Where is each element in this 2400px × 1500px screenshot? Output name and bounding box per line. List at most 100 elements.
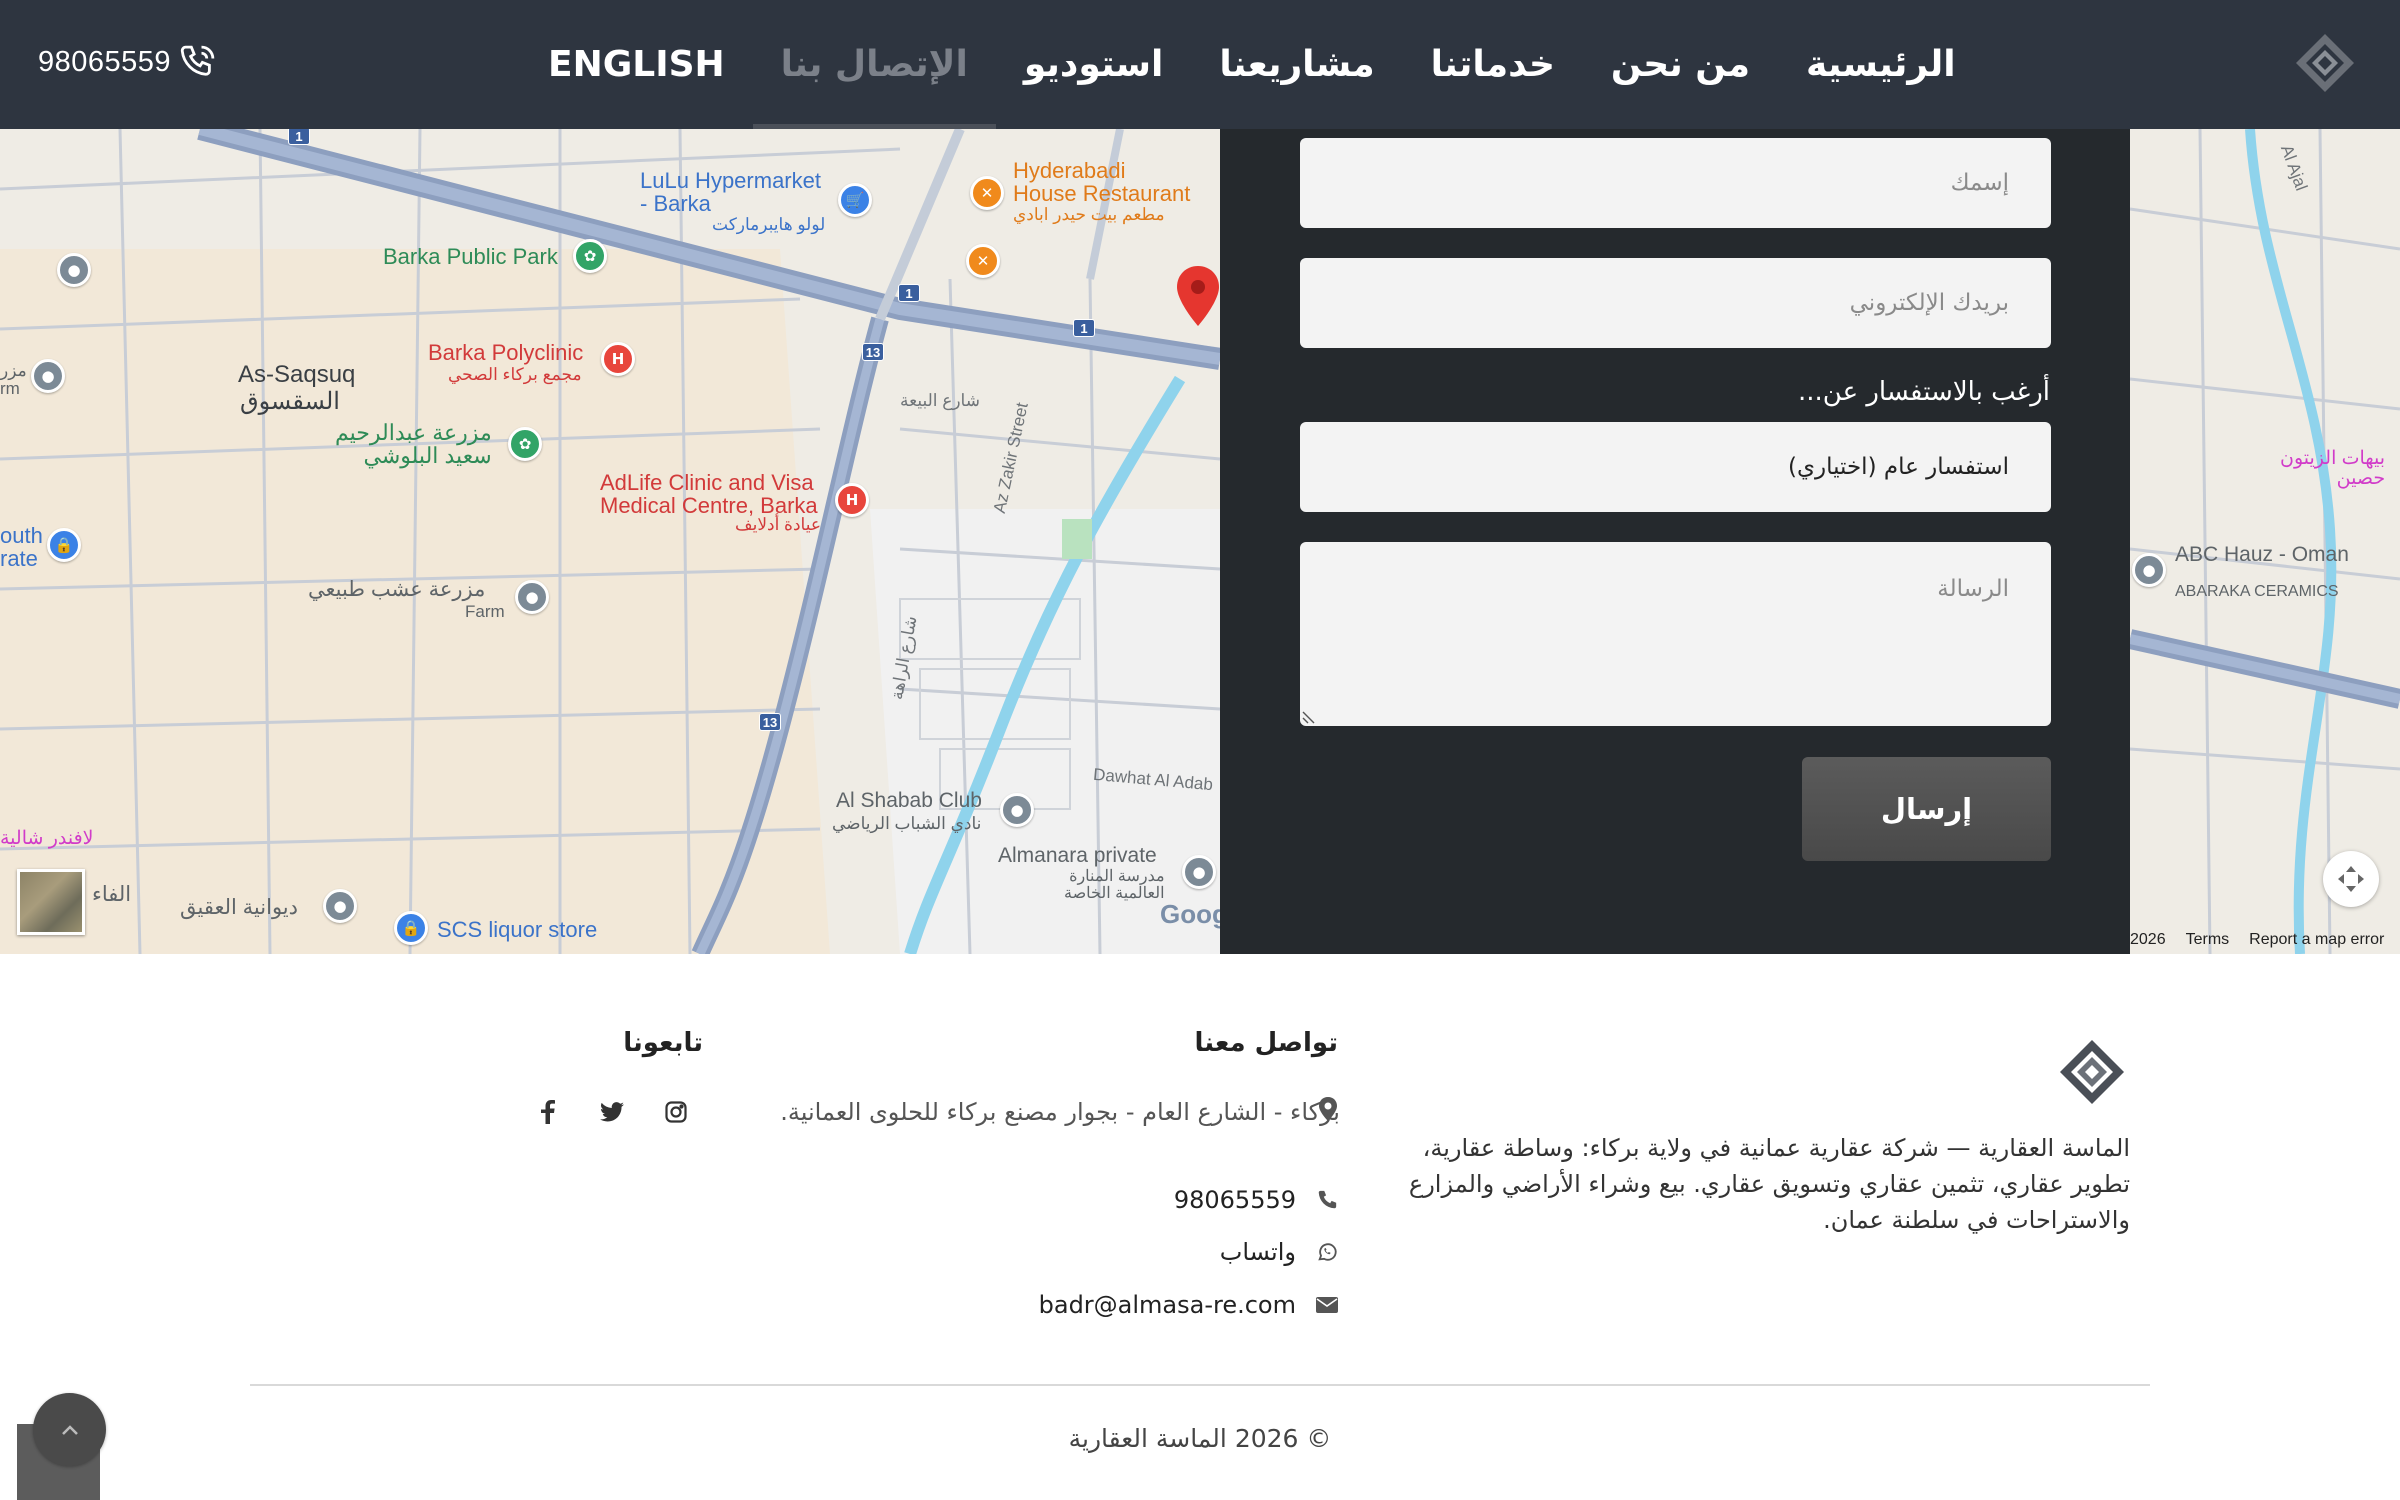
map-label-shabab-club: Al Shabab Club: [836, 789, 982, 812]
twitter-icon[interactable]: [600, 1100, 624, 1124]
footer-divider: [250, 1384, 2150, 1386]
map-label-polyclinic: Barka Polyclinic: [428, 340, 584, 365]
map-label-almanara-ar: مدرسة المنارة العالمية الخاصة: [1064, 868, 1165, 902]
map-label-as-saqsuq: As-Saqsuq: [238, 361, 356, 388]
phone-row[interactable]: 98065559: [1174, 1186, 1338, 1214]
facebook-icon[interactable]: [536, 1100, 560, 1124]
whatsapp-row[interactable]: واتساب: [1220, 1238, 1338, 1266]
name-field[interactable]: إسمك: [1300, 138, 2051, 228]
inquiry-label: أرغب بالاستفسار عن...: [1798, 377, 2050, 407]
nav-item-projects[interactable]: مشاريعنا: [1191, 0, 1402, 129]
instagram-icon[interactable]: [664, 1100, 688, 1124]
place-pin-icon[interactable]: ●: [323, 889, 357, 923]
map-terms-link[interactable]: Terms: [2186, 931, 2230, 949]
place-pin-icon[interactable]: ●: [57, 253, 91, 287]
restaurant-pin-icon[interactable]: ✕: [970, 176, 1004, 210]
nav-item-contact[interactable]: الإتصال بنا: [752, 0, 996, 129]
email-placeholder: بريدك الإلكتروني: [1849, 290, 2009, 316]
follow-heading: تابعونا: [623, 1028, 703, 1058]
nav-item-home[interactable]: الرئيسية: [1778, 0, 1984, 129]
submit-button[interactable]: إرسال: [1802, 757, 2051, 861]
map-label-pink-left: لافندر شالية: [0, 828, 94, 849]
top-navbar: 98065559 ENGLISH الإتصال بنا استوديو مشا…: [0, 0, 2400, 129]
nav-item-studio[interactable]: استوديو: [996, 0, 1192, 129]
place-pin-icon[interactable]: ●: [1000, 793, 1034, 827]
route-shield-13: 13: [759, 713, 781, 731]
inquiry-selected-value: استفسار عام (اختياري): [1787, 454, 2009, 480]
contact-heading: تواصل معنا: [1194, 1028, 1338, 1058]
map-fullscreen-button[interactable]: [2323, 851, 2379, 907]
route-shield-1: 1: [288, 129, 310, 145]
nav-menu: ENGLISH الإتصال بنا استوديو مشاريعنا خدم…: [520, 0, 1984, 129]
fullscreen-icon: [2338, 866, 2364, 892]
map-layer-toggle[interactable]: [17, 869, 85, 935]
map-label-herb-farm: Farm: [465, 602, 505, 621]
nav-item-about[interactable]: من نحن: [1583, 0, 1778, 129]
map-label-diwan-al-aqiq: ديوانية العقيق: [180, 896, 298, 919]
map-label-lulu: LuLu Hypermarket - Barka: [640, 169, 821, 215]
name-placeholder: إسمك: [1950, 170, 2009, 196]
lock-pin-icon[interactable]: 🔒: [47, 528, 81, 562]
place-pin-icon[interactable]: ●: [2132, 553, 2166, 587]
map-label-south-rate: outh rate: [0, 523, 43, 572]
map-label-al-faa: الفاء: [92, 883, 132, 906]
nav-phone-number: 98065559: [38, 45, 172, 78]
map-label-barka-park: Barka Public Park: [383, 244, 558, 269]
email-row[interactable]: badr@almasa-re.com: [1039, 1291, 1338, 1319]
footer-phone-number: 98065559: [1173, 1186, 1296, 1214]
map-label-hyderabadi: Hyderabadi House Restaurant: [1013, 158, 1191, 207]
nav-phone-link[interactable]: 98065559: [38, 42, 219, 82]
map-label-pink-right: بيهات الزيتون حصين: [2280, 448, 2386, 489]
map-label-almanara: Almanara private: [998, 844, 1157, 867]
map-label-scs-liquor: SCS liquor store: [437, 917, 598, 942]
map-label-as-saqsuq-ar: السقسوق: [240, 388, 340, 415]
park-pin-icon[interactable]: ✿: [573, 239, 607, 273]
message-placeholder: الرسالة: [1937, 576, 2009, 602]
whatsapp-icon: [1316, 1241, 1338, 1263]
map-label-lulu-ar: لولو هايبرماركت: [712, 215, 826, 234]
phone-icon: [1316, 1189, 1338, 1211]
map-label-abc-hauz: ABC Hauz - Oman: [2175, 543, 2349, 566]
address-text: بركاء - الشارع العام - بجوار مصنع بركاء …: [780, 1098, 1340, 1126]
map-label-farm-ar: مزرعة عبدالرحيم سعيد البلوشي: [335, 420, 492, 469]
route-shield-1: 1: [898, 284, 920, 302]
map-label-shari-al-baya: شارع البيعة: [900, 391, 980, 410]
route-shield-1: 1: [1073, 319, 1095, 337]
about-text: الماسة العقارية — شركة عقارية عمانية في …: [1408, 1134, 2130, 1234]
resize-handle-icon[interactable]: [1302, 710, 1316, 724]
nav-item-services[interactable]: خدماتنا: [1403, 0, 1583, 129]
shopping-cart-pin-icon[interactable]: 🛒: [838, 183, 872, 217]
location-marker-icon[interactable]: [1177, 266, 1219, 326]
inquiry-select[interactable]: استفسار عام (اختياري): [1300, 422, 2051, 512]
restaurant-pin-icon[interactable]: ✕: [966, 244, 1000, 278]
copyright: © 2026 الماسة العقارية: [1068, 1424, 1332, 1453]
map-label-hyderabadi-ar: مطعم بيت حيدر ابادي: [1013, 205, 1165, 224]
lock-pin-icon[interactable]: 🔒: [394, 911, 428, 945]
chevron-up-icon: [61, 1424, 78, 1435]
route-shield-13: 13: [862, 343, 884, 361]
place-pin-icon[interactable]: ●: [31, 359, 65, 393]
scroll-to-top-button[interactable]: [33, 1393, 106, 1466]
map-label-abc-hauz-sub: ABARAKA CERAMICS: [2175, 583, 2339, 600]
social-links: [536, 1100, 688, 1124]
map-attribution: 2026 Terms Report a map error: [2130, 931, 2384, 949]
park-pin-icon[interactable]: ✿: [508, 427, 542, 461]
message-textarea[interactable]: الرسالة: [1300, 542, 2051, 726]
map-label-lulu-text: LuLu Hypermarket - Barka: [640, 168, 821, 217]
hospital-pin-icon[interactable]: H: [835, 483, 869, 517]
google-logo: Goog: [1160, 899, 1228, 929]
map-label-adlife: AdLife Clinic and Visa Medical Centre, B…: [600, 470, 818, 519]
contact-form: إسمك بريدك الإلكتروني أرغب بالاستفسار عن…: [1220, 129, 2130, 954]
map-label-shabab-club-ar: نادي الشباب الرياضي: [832, 814, 982, 833]
map-label-adlife-ar: عيادة أدلايف: [735, 515, 821, 534]
nav-item-english[interactable]: ENGLISH: [520, 0, 753, 129]
whatsapp-label: واتساب: [1219, 1238, 1296, 1266]
map-report-link[interactable]: Report a map error: [2249, 931, 2384, 949]
map-label-herb-farm-ar: مزرعة عشب طبيعي: [308, 578, 486, 601]
school-pin-icon[interactable]: ●: [1182, 855, 1216, 889]
diamond-logo-icon[interactable]: [2294, 32, 2356, 94]
place-pin-icon[interactable]: ●: [515, 580, 549, 614]
hospital-pin-icon[interactable]: H: [601, 342, 635, 376]
email-field[interactable]: بريدك الإلكتروني: [1300, 258, 2051, 348]
envelope-icon: [1316, 1294, 1338, 1316]
